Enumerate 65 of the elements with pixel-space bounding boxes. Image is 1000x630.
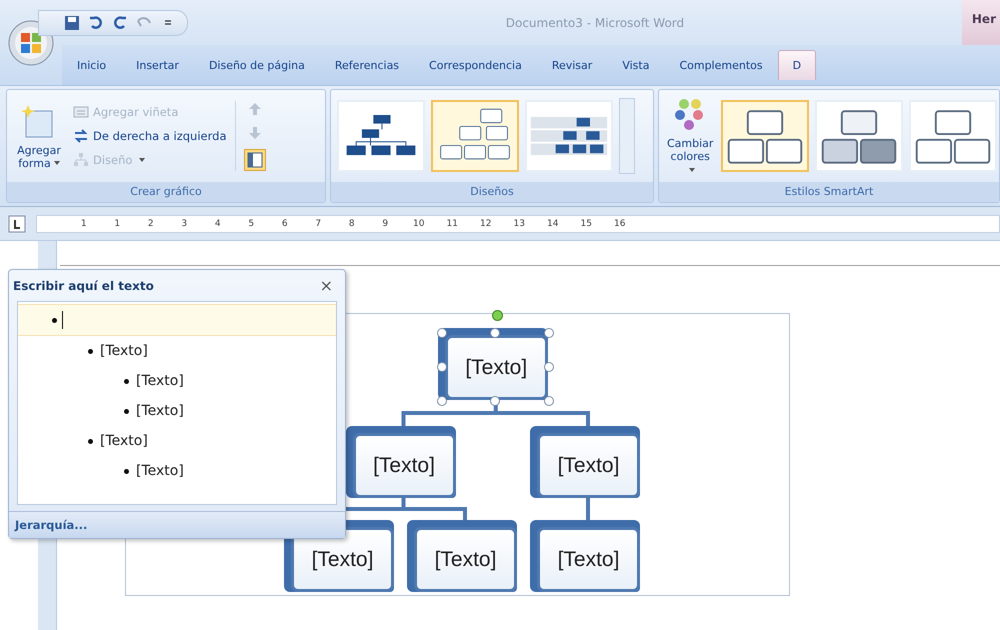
resize-handle[interactable] [490,396,500,406]
resize-handle[interactable] [436,328,447,338]
ruler-number: 13 [512,218,526,228]
outline-item[interactable]: [Texto] [18,336,336,366]
rotate-handle[interactable] [492,310,503,321]
ribbon-tab[interactable]: D [778,50,816,80]
ruler-number: 11 [446,218,459,228]
ruler-number: 15 [580,218,593,228]
ruler-number: 8 [348,218,356,228]
resize-handle[interactable] [544,396,554,406]
ruler-number: 1 [113,218,122,228]
ruler-number: 1 [80,218,88,228]
ribbon-tab[interactable]: Diseño de página [194,50,320,80]
ruler-number: 10 [412,218,426,228]
diagram-node[interactable]: [Texto] [438,328,548,400]
ribbon-tab[interactable]: Correspondencia [414,50,537,80]
group-title: Estilos SmartArt [659,182,999,202]
outline-item[interactable]: [Texto] [18,366,336,396]
ruler-number: 5 [247,218,256,228]
ribbon-tab[interactable]: Referencias [320,50,414,80]
diagram-node[interactable]: [Texto] [530,520,640,592]
text-pane-toggle[interactable] [244,149,266,171]
diagram-node[interactable]: [Texto] [530,426,640,498]
ruler-number: 2 [146,218,155,228]
change-colors-button[interactable]: Cambiar colores [665,94,716,178]
connector-line [586,496,590,522]
ribbon-tab[interactable]: Revisar [536,50,608,80]
ruler-number: 4 [214,218,222,228]
outline-item[interactable]: [Texto] [18,396,336,426]
ribbon-tab[interactable]: Inicio [62,50,122,80]
undo-icon[interactable] [87,14,105,32]
tab-selector-icon[interactable] [8,214,26,232]
swap-arrows-icon [73,128,89,144]
ruler-number: 3 [180,218,188,228]
style-thumbnail[interactable] [721,100,810,172]
resize-handle[interactable] [436,362,447,372]
ribbon-command[interactable]: De derecha a izquierda [71,126,228,146]
ruler-number: 14 [546,218,560,228]
redo-icon[interactable] [111,14,129,32]
layout-name: Jerarquía... [9,511,345,538]
outline-item[interactable]: [Texto] [18,426,336,456]
add-shape-button[interactable]: Agregar forma [13,100,65,172]
pane-title: Escribir aquí el texto [13,278,154,292]
ribbon-tab[interactable]: Complementos [664,50,778,80]
ruler-number: 6 [280,218,289,228]
ruler-number: 12 [479,218,492,228]
diagram-node[interactable]: [Texto] [407,520,517,592]
bullet-list-icon [73,104,89,120]
close-button[interactable]: × [316,276,337,295]
ruler-number: 7 [314,218,322,228]
ribbon-tab[interactable]: Insertar [121,50,194,80]
ruler-number: 9 [381,218,390,228]
layout-thumbnail[interactable] [431,100,520,172]
gallery-scrollbar[interactable] [619,98,636,174]
group-title: Crear gráfico [7,182,326,202]
ribbon-tab[interactable]: Vista [607,50,664,80]
group-title: Diseños [331,182,653,202]
resize-handle[interactable] [436,396,447,406]
diagram-node[interactable]: [Texto] [346,426,456,498]
outline-item[interactable]: [Texto] [18,456,336,486]
hierarchy-icon [73,152,89,168]
window-title: Documento3 - Microsoft Word [504,16,686,30]
save-icon[interactable] [63,14,81,32]
ruler-number: 16 [613,218,626,228]
contextual-tab-header: Her [962,0,1000,45]
